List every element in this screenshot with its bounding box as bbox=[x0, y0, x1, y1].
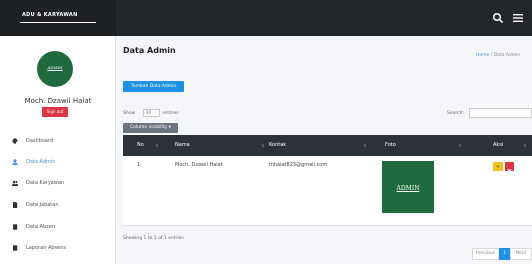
breadcrumb-separator: / bbox=[490, 53, 493, 58]
signout-button[interactable]: Sign out bbox=[42, 107, 68, 117]
sort-icon[interactable]: ⇅ bbox=[363, 143, 366, 148]
sort-icon[interactable]: ⇅ bbox=[261, 143, 264, 148]
users-icon bbox=[12, 180, 18, 186]
avatar: ADMIN bbox=[37, 51, 73, 87]
search-label: Search: bbox=[447, 111, 464, 116]
breadcrumb-current: Data Admin bbox=[493, 53, 521, 58]
entries-value: 10 bbox=[146, 110, 152, 115]
user-name: Moch. Dzawil Haiat bbox=[24, 97, 92, 105]
sidebar-item-label: Dashboard bbox=[26, 138, 54, 144]
file-icon bbox=[13, 202, 18, 208]
table-row: 1 Moch. Dzawil Haiat mhaiat823@gmail.com… bbox=[123, 156, 532, 226]
entries-label: entries bbox=[163, 111, 179, 116]
delete-button[interactable] bbox=[505, 162, 514, 175]
main-content: Data Admin Home / Data Admin Tambah Data… bbox=[116, 36, 532, 264]
table-info: Showing 1 to 1 of 1 entries bbox=[123, 236, 184, 241]
column-header-no[interactable]: No bbox=[137, 135, 144, 156]
brand[interactable]: ADU & KARYAWAN bbox=[0, 0, 116, 36]
brand-name: ADU & KARYAWAN bbox=[22, 12, 78, 18]
sort-icon[interactable]: ⇅ bbox=[458, 143, 461, 148]
sidebar-item-label: Laporan Absens bbox=[26, 245, 67, 251]
photo-text: ADMIN bbox=[396, 185, 420, 192]
column-header-aksi[interactable]: Aksi bbox=[493, 135, 503, 156]
hamburger-menu-icon[interactable] bbox=[513, 14, 523, 22]
edit-icon: ✎ bbox=[496, 164, 500, 169]
sort-icon[interactable]: ⇅ bbox=[523, 143, 526, 148]
column-visibility-button[interactable]: Column visibility ▾ bbox=[123, 123, 178, 133]
column-header-foto[interactable]: Foto bbox=[385, 135, 396, 156]
column-visibility-label: Column visibility bbox=[130, 125, 168, 130]
column-header-kontak[interactable]: Kontak bbox=[269, 135, 286, 156]
avatar-text: ADMIN bbox=[47, 65, 63, 70]
pagination-previous[interactable]: Previous bbox=[472, 248, 499, 260]
sidebar-item-label: Data Jabatan bbox=[26, 202, 59, 208]
brand-underline bbox=[20, 22, 96, 23]
sidebar: ADMIN Moch. Dzawil Haiat Sign out Dashbo… bbox=[0, 36, 116, 264]
user-icon bbox=[12, 159, 18, 165]
show-entries: Show 10 entries bbox=[123, 109, 179, 117]
sidebar-item-label: Data Absen bbox=[26, 224, 55, 230]
breadcrumb: Home / Data Admin bbox=[476, 53, 520, 58]
trash-icon bbox=[507, 169, 512, 175]
cell-kontak: mhaiat823@gmail.com bbox=[269, 162, 328, 168]
page-title: Data Admin bbox=[123, 46, 176, 55]
cell-nama: Moch. Dzawil Haiat bbox=[175, 162, 223, 168]
admin-photo: ADMIN bbox=[382, 161, 434, 213]
search-input[interactable] bbox=[469, 108, 532, 118]
search-icon[interactable] bbox=[492, 12, 504, 24]
show-label: Show bbox=[123, 111, 136, 116]
entries-select[interactable]: 10 bbox=[143, 109, 160, 117]
sidebar-item-label: Data Admin bbox=[26, 159, 56, 165]
sort-icon[interactable]: ⇅ bbox=[155, 143, 158, 148]
palette-icon bbox=[12, 138, 18, 144]
top-navbar: ADU & KARYAWAN bbox=[0, 0, 532, 36]
breadcrumb-home-link[interactable]: Home bbox=[476, 53, 489, 58]
add-admin-button[interactable]: Tambah Data Admin bbox=[123, 81, 184, 92]
cell-no: 1 bbox=[137, 162, 141, 168]
sidebar-item-label: Data Karyawan bbox=[26, 180, 65, 186]
table-header: No ⇅ Nama ⇅ Kontak ⇅ Foto ⇅ Aksi ⇅ bbox=[123, 135, 532, 156]
column-header-nama[interactable]: Nama bbox=[175, 135, 190, 156]
book-icon bbox=[13, 245, 18, 251]
pagination-next[interactable]: Next bbox=[510, 248, 532, 260]
pagination-page-1[interactable]: 1 bbox=[499, 248, 510, 260]
edit-button[interactable]: ✎ bbox=[493, 162, 503, 171]
book-icon bbox=[13, 224, 18, 230]
